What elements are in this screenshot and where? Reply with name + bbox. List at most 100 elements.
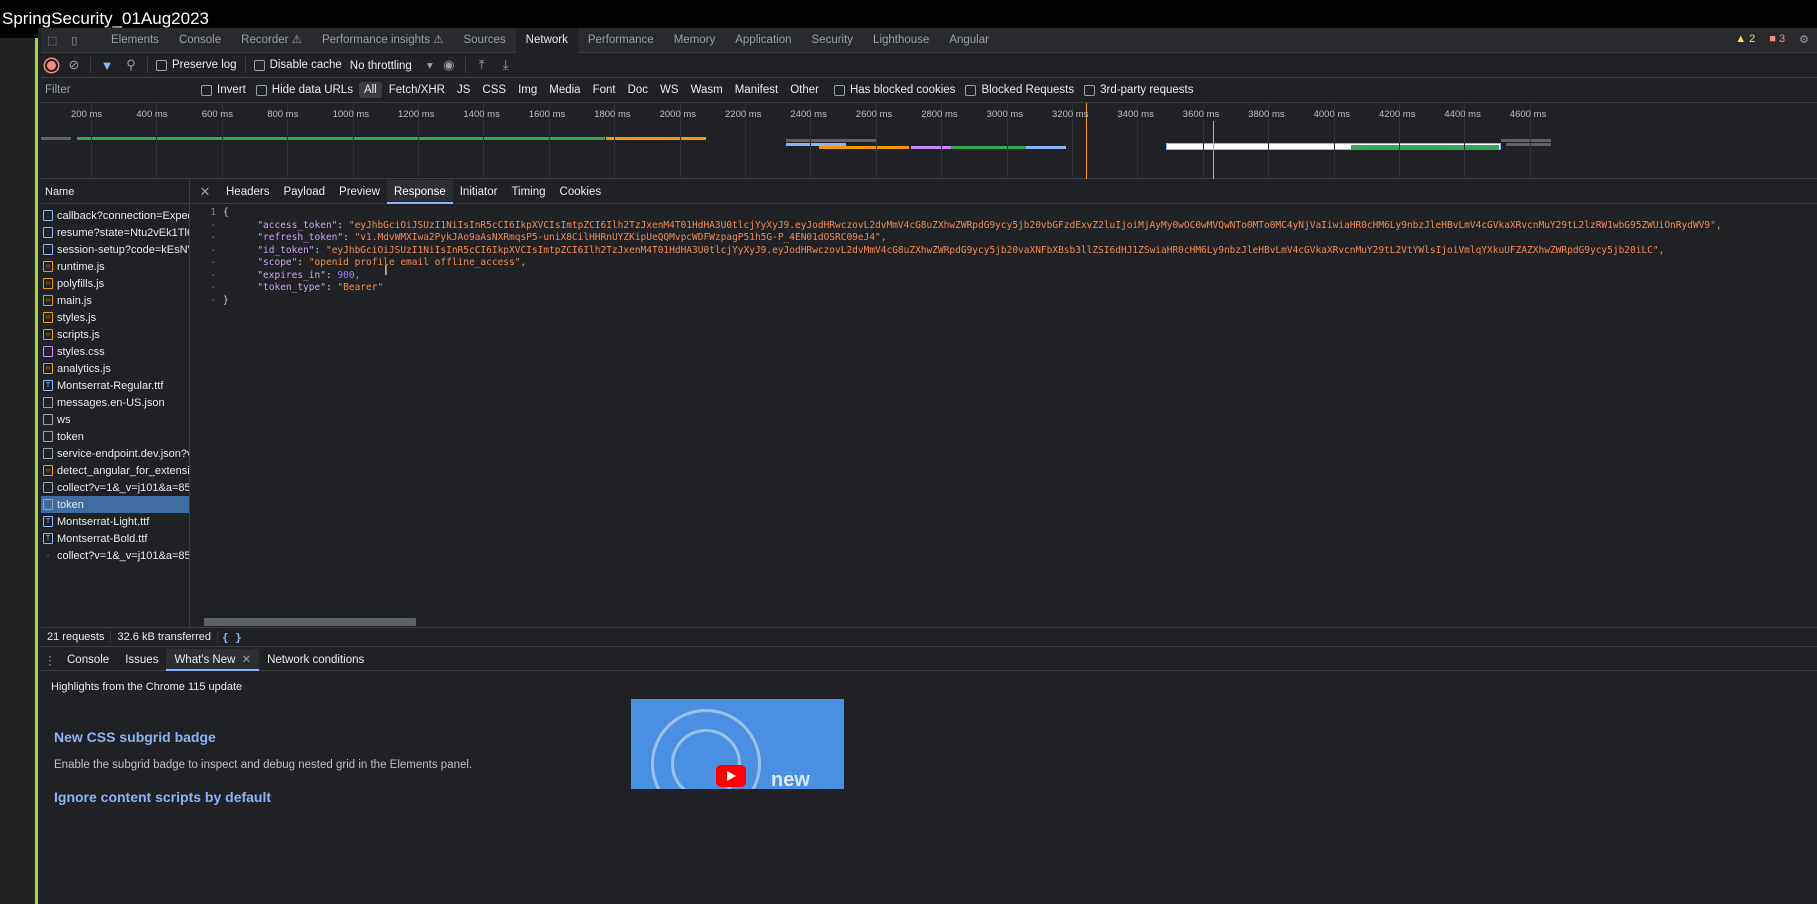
youtube-play-icon[interactable] — [716, 765, 746, 787]
code-token: : — [325, 269, 338, 281]
network-conditions-icon[interactable]: ◉ — [441, 57, 457, 73]
error-count[interactable]: ■ 3 — [1769, 33, 1785, 46]
request-row[interactable]: ‹› runtime.js — [41, 258, 189, 275]
request-row[interactable]: resume?state=Ntu2vEk1Tl6d... — [41, 224, 189, 241]
tab-network[interactable]: Network — [515, 27, 578, 53]
drawer-tab-issues[interactable]: Issues — [117, 649, 166, 671]
request-row[interactable]: session-setup?code=kEsNVi... — [41, 241, 189, 258]
request-row[interactable]: ‹› analytics.js — [41, 360, 189, 377]
tab-performance-insights[interactable]: Performance insights ⚠ — [312, 28, 454, 53]
inspect-element-icon[interactable]: ⬚ — [47, 34, 57, 47]
js-file-icon: ‹› — [43, 295, 53, 306]
filter-type-img[interactable]: Img — [513, 82, 542, 98]
filter-type-all[interactable]: All — [358, 82, 382, 98]
filter-type-media[interactable]: Media — [544, 82, 585, 98]
filter-type-js[interactable]: JS — [452, 82, 475, 98]
tab-performance[interactable]: Performance — [578, 28, 664, 53]
tab-sources[interactable]: Sources — [453, 28, 515, 53]
tab-console[interactable]: Console — [169, 28, 231, 53]
request-row[interactable]: T Montserrat-Regular.ttf — [41, 377, 189, 394]
blocked-cookies-checkbox[interactable]: Has blocked cookies — [833, 84, 955, 96]
clear-icon[interactable]: ⊘ — [66, 57, 82, 73]
filter-icon[interactable]: ▼ — [99, 58, 115, 73]
invert-checkbox[interactable]: Invert — [201, 84, 246, 96]
blocked-requests-checkbox[interactable]: Blocked Requests — [965, 84, 1074, 96]
request-row[interactable]: collect?v=1&_v=j101&a=851... — [41, 479, 189, 496]
device-toolbar-icon[interactable]: ▯ — [71, 34, 77, 47]
response-viewer[interactable]: 1{- "access_token": "eyJhbGciOiJSUzI1NiI… — [191, 204, 1817, 307]
detail-tab-timing[interactable]: Timing — [504, 180, 552, 204]
scrollbar-thumb[interactable] — [204, 618, 416, 626]
tab-application[interactable]: Application — [725, 28, 801, 53]
request-name: ws — [57, 413, 71, 426]
disable-cache-checkbox[interactable]: Disable cache — [253, 59, 342, 71]
pretty-print-button[interactable]: { } — [218, 631, 242, 644]
issue-counters[interactable]: ▲ 2 ■ 3 ⚙ — [1735, 33, 1809, 46]
search-icon[interactable]: ⚲ — [123, 57, 139, 73]
request-row[interactable]: service-endpoint.dev.json?v=... — [41, 445, 189, 462]
third-party-checkbox[interactable]: 3rd-party requests — [1084, 84, 1193, 96]
name-column-header[interactable]: Name — [41, 180, 189, 204]
filter-type-font[interactable]: Font — [588, 82, 621, 98]
tab-angular[interactable]: Angular — [939, 28, 999, 53]
request-row[interactable]: ‹› polyfills.js — [41, 275, 189, 292]
drawer-tab-network-conditions[interactable]: Network conditions — [259, 649, 372, 671]
filter-type-wasm[interactable]: Wasm — [686, 82, 728, 98]
warning-count[interactable]: ▲ 2 — [1735, 33, 1755, 46]
filter-type-other[interactable]: Other — [785, 82, 824, 98]
filter-type-doc[interactable]: Doc — [623, 82, 653, 98]
request-row[interactable]: ‹› detect_angular_for_extension... — [41, 462, 189, 479]
tab-memory[interactable]: Memory — [664, 28, 726, 53]
plain-file-icon — [43, 414, 53, 425]
detail-tab-preview[interactable]: Preview — [332, 180, 387, 204]
request-row[interactable]: ‹› scripts.js — [41, 326, 189, 343]
close-icon[interactable]: ✕ — [191, 184, 219, 200]
hide-data-urls-checkbox[interactable]: Hide data URLs — [255, 84, 353, 96]
tab-recorder[interactable]: Recorder ⚠ — [231, 28, 312, 53]
settings-icon[interactable]: ⚙ — [1799, 33, 1809, 46]
video-thumbnail[interactable]: new — [631, 699, 844, 789]
filter-type-css[interactable]: CSS — [477, 82, 511, 98]
request-row[interactable]: ws — [41, 411, 189, 428]
request-row[interactable]: token — [41, 428, 189, 445]
request-row[interactable]: callback?connection=Expedit... — [41, 207, 189, 224]
import-har-icon[interactable]: ⤒ — [474, 57, 490, 73]
detail-tab-headers[interactable]: Headers — [219, 180, 276, 204]
network-overview-timeline[interactable]: 200 ms 400 ms 600 ms 800 ms 1000 ms 1200 ms 14… — [41, 103, 1817, 179]
request-row[interactable]: T Montserrat-Light.ttf — [41, 513, 189, 530]
request-count: 21 requests — [41, 631, 112, 643]
filter-type-manifest[interactable]: Manifest — [730, 82, 783, 98]
record-icon[interactable] — [45, 58, 58, 72]
tab-lighthouse[interactable]: Lighthouse — [863, 28, 939, 53]
feature-title[interactable]: Ignore content scripts by default — [54, 789, 271, 805]
throttling-select[interactable]: No throttling ▾ — [350, 58, 433, 72]
drawer-tab-console[interactable]: Console — [59, 649, 117, 671]
overview-bar — [41, 137, 71, 140]
request-row[interactable]: messages.en-US.json — [41, 394, 189, 411]
request-row[interactable]: token — [41, 496, 189, 513]
request-row[interactable]: styles.css — [41, 343, 189, 360]
close-icon[interactable]: ✕ — [241, 654, 251, 666]
tab-elements[interactable]: Elements — [101, 28, 169, 53]
request-rows: callback?connection=Expedit... resume?sta… — [41, 204, 189, 564]
request-row[interactable]: · collect?v=1&_v=j101&a=851... — [41, 547, 189, 564]
overview-bar — [1026, 146, 1066, 149]
detail-tab-response[interactable]: Response — [386, 179, 453, 204]
detail-tab-payload[interactable]: Payload — [276, 180, 332, 204]
more-tools-icon[interactable]: ⋮ — [41, 653, 59, 667]
drawer-tab-what-s-new[interactable]: What's New ✕ — [166, 648, 260, 671]
tab-security[interactable]: Security — [802, 28, 864, 53]
filter-type-ws[interactable]: WS — [655, 82, 684, 98]
filter-type-fetch-xhr[interactable]: Fetch/XHR — [384, 82, 450, 98]
request-row[interactable]: T Montserrat-Bold.ttf — [41, 530, 189, 547]
filter-input[interactable]: Filter — [41, 84, 201, 96]
horizontal-scrollbar[interactable] — [202, 616, 1814, 627]
preserve-log-checkbox[interactable]: Preserve log — [156, 59, 237, 71]
detail-tab-cookies[interactable]: Cookies — [553, 180, 609, 204]
request-row[interactable]: ‹› main.js — [41, 292, 189, 309]
request-row[interactable]: ‹› styles.js — [41, 309, 189, 326]
feature-title[interactable]: New CSS subgrid badge — [54, 729, 216, 745]
export-har-icon[interactable]: ⤓ — [498, 57, 514, 73]
detail-tab-initiator[interactable]: Initiator — [453, 180, 505, 204]
